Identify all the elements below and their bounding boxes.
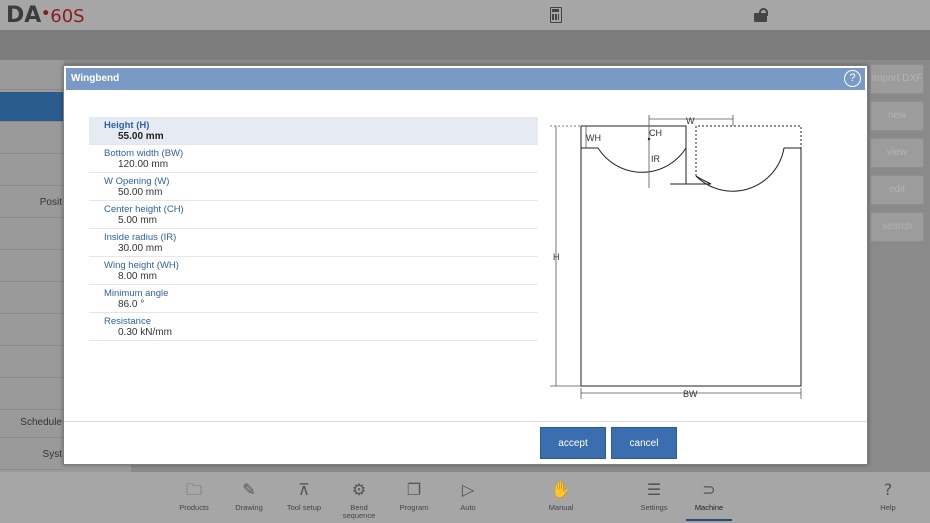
program-icon: ❐ <box>406 480 422 499</box>
param-bottom-width[interactable]: Bottom width (BW) 120.00 mm <box>89 145 538 173</box>
folder-icon: 🗀 <box>185 480 202 499</box>
nav-program[interactable]: ❐ Program <box>389 480 439 512</box>
sidebar-item[interactable] <box>0 316 64 346</box>
sidebar-item-system[interactable]: Syst <box>0 440 64 470</box>
help-icon[interactable]: ? <box>844 70 861 87</box>
accept-button[interactable]: accept <box>540 427 606 459</box>
new-button[interactable]: new <box>870 101 924 131</box>
nav-help[interactable]: ? Help <box>863 480 913 512</box>
pencil-icon: ✎ <box>242 480 256 499</box>
dim-label-ch: CH <box>649 128 662 138</box>
sidebar-strip <box>63 464 131 472</box>
sidebar-item[interactable] <box>0 380 64 410</box>
sidebar-item[interactable] <box>0 156 64 186</box>
nav-manual[interactable]: ✋ Manual <box>536 480 586 512</box>
da-60s-logo: DA•60S <box>6 3 85 28</box>
play-icon: ▷ <box>461 480 475 499</box>
nav-auto[interactable]: ▷ Auto <box>443 480 493 512</box>
calculator-icon[interactable] <box>550 7 562 23</box>
sidebar-item[interactable] <box>0 60 64 90</box>
param-center-height[interactable]: Center height (CH) 5.00 mm <box>89 201 538 229</box>
sidebar-item-active[interactable] <box>0 92 64 122</box>
dim-label-ir: IR <box>651 154 661 164</box>
sidebar-item[interactable] <box>0 348 64 378</box>
param-resistance[interactable]: Resistance 0.30 kN/mm <box>89 313 538 341</box>
dim-label-h: H <box>553 252 560 262</box>
nav-settings[interactable]: ☰ Settings <box>629 480 679 512</box>
tool-icon: ⊼ <box>298 480 310 499</box>
wingbend-dialog: Wingbend ? Height (H) 55.00 mm Bottom wi… <box>63 65 868 465</box>
nav-products[interactable]: 🗀 Products <box>169 480 219 512</box>
dim-label-w: W <box>686 116 695 126</box>
top-bar: DA•60S <box>0 0 930 30</box>
nav-bend-sequence[interactable]: ⚙ Bend sequence <box>334 480 384 520</box>
view-button[interactable]: view <box>870 138 924 168</box>
nav-tool-setup[interactable]: ⊼ Tool setup <box>279 480 329 512</box>
sidebar-item-schedule[interactable]: Schedule <box>0 408 64 438</box>
search-button[interactable]: search <box>870 212 924 242</box>
question-icon: ? <box>883 480 893 499</box>
nav-machine[interactable]: ⊃ Machine <box>684 480 734 512</box>
sidebar-item[interactable] <box>0 124 64 154</box>
wingbend-diagram: W WH CH IR H BW <box>550 115 802 399</box>
unlock-icon[interactable] <box>754 8 768 22</box>
cancel-button[interactable]: cancel <box>611 427 677 459</box>
sidebar-item[interactable] <box>0 252 64 282</box>
parameter-list: Height (H) 55.00 mm Bottom width (BW) 12… <box>89 117 538 341</box>
active-nav-indicator <box>686 519 732 521</box>
edit-button[interactable]: edit <box>870 175 924 205</box>
sidebar-item[interactable] <box>0 284 64 314</box>
dim-label-wh: WH <box>586 133 601 143</box>
param-inside-radius[interactable]: Inside radius (IR) 30.00 mm <box>89 229 538 257</box>
param-minimum-angle[interactable]: Minimum angle 86.0 ° <box>89 285 538 313</box>
settings-list-icon: ☰ <box>646 480 662 499</box>
machine-icon: ⊃ <box>702 480 716 499</box>
dialog-title: Wingbend <box>71 73 120 84</box>
dim-label-bw: BW <box>683 389 698 399</box>
dialog-footer-divider <box>64 421 867 422</box>
bottom-nav: 🗀 Products ✎ Drawing ⊼ Tool setup ⚙ Bend seq… <box>0 472 930 523</box>
bend-sequence-icon: ⚙ <box>351 480 367 499</box>
sidebar-item-position[interactable]: Posit <box>0 188 64 218</box>
param-height[interactable]: Height (H) 55.00 mm <box>89 117 538 145</box>
title-band <box>0 30 930 60</box>
hand-icon: ✋ <box>551 480 571 499</box>
param-w-opening[interactable]: W Opening (W) 50.00 mm <box>89 173 538 201</box>
nav-drawing[interactable]: ✎ Drawing <box>224 480 274 512</box>
param-wing-height[interactable]: Wing height (WH) 8.00 mm <box>89 257 538 285</box>
sidebar-item[interactable] <box>0 220 64 250</box>
import-dxf-button[interactable]: import DXF <box>870 64 924 94</box>
sidebar: Posit Schedule Syst <box>0 60 64 472</box>
dialog-header: Wingbend ? <box>66 68 865 90</box>
